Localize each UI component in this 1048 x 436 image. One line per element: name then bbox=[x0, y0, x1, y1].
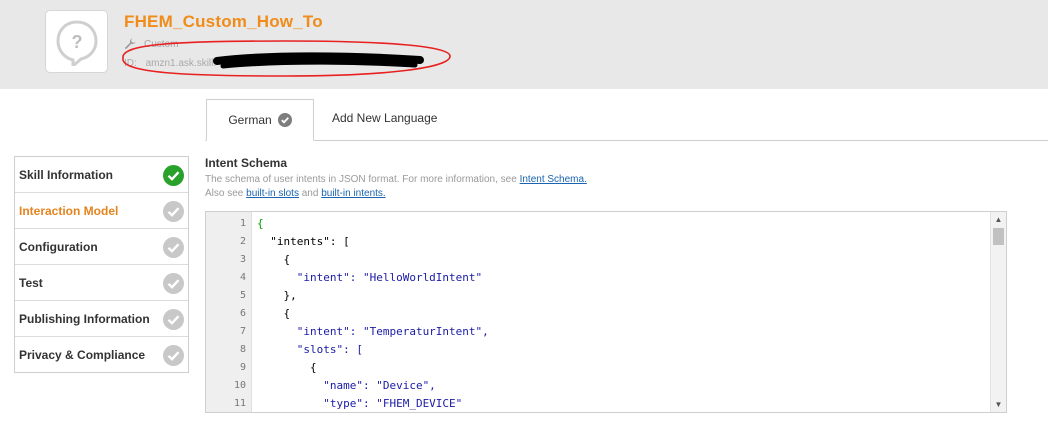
line-number: 8 bbox=[239, 344, 246, 355]
code-line: { bbox=[257, 361, 317, 374]
sidebar-item-configuration[interactable]: Configuration bbox=[15, 229, 188, 265]
sidebar-item-label: Test bbox=[19, 276, 43, 290]
sidebar-item-interaction-model[interactable]: Interaction Model bbox=[15, 193, 188, 229]
skill-id-label: ID: bbox=[124, 58, 137, 69]
sidebar-item-publishing-information[interactable]: Publishing Information bbox=[15, 301, 188, 337]
intent-schema-description: The schema of user intents in JSON forma… bbox=[205, 173, 587, 201]
sidebar-item-skill-information[interactable]: Skill Information bbox=[15, 157, 188, 193]
code-line: "type": "FHEM_DEVICE" bbox=[257, 397, 463, 410]
skill-id-value: amzn1.ask.skill. bbox=[145, 58, 217, 69]
line-number: 5 bbox=[239, 290, 246, 301]
line-number: 3 bbox=[239, 254, 246, 265]
line-number-gutter: 1 2 3 4 5 6 7 8 9 10 11 bbox=[206, 212, 252, 412]
skill-type: Custom bbox=[124, 37, 178, 51]
svg-text:?: ? bbox=[72, 32, 83, 52]
intent-schema-desc-text: and bbox=[298, 188, 322, 199]
code-line: "slots": [ bbox=[257, 343, 363, 356]
sidebar-item-label: Skill Information bbox=[19, 168, 114, 182]
code-line: "intent": "HelloWorldIntent" bbox=[257, 271, 483, 284]
sidebar-item-label: Interaction Model bbox=[19, 204, 119, 218]
line-number: 4 bbox=[239, 272, 246, 283]
intent-schema-desc-text: The schema of user intents in JSON forma… bbox=[205, 174, 520, 185]
tab-german[interactable]: German bbox=[206, 99, 314, 141]
tab-german-label: German bbox=[228, 113, 272, 127]
check-circle-gray-icon bbox=[163, 345, 184, 366]
developer-console-page: ? FHEM_Custom_How_To Custom ID: amzn1.as… bbox=[0, 0, 1048, 436]
code-line: "intent": "TemperaturIntent", bbox=[257, 325, 489, 338]
check-circle-gray-icon bbox=[163, 201, 184, 222]
skill-title: FHEM_Custom_How_To bbox=[124, 12, 323, 31]
code-line: { bbox=[257, 217, 264, 230]
check-circle-gray-icon bbox=[277, 113, 292, 127]
intent-schema-editor[interactable]: 1 2 3 4 5 6 7 8 9 10 11 { "intents": [ {… bbox=[205, 211, 1007, 413]
sidebar-item-privacy-compliance[interactable]: Privacy & Compliance bbox=[15, 337, 188, 373]
line-number: 10 bbox=[233, 380, 246, 391]
scroll-down-arrow-icon[interactable]: ▼ bbox=[991, 397, 1006, 412]
skill-header: ? FHEM_Custom_How_To Custom ID: amzn1.as… bbox=[0, 0, 1048, 89]
line-number: 1 bbox=[239, 218, 246, 229]
scrollbar-thumb[interactable] bbox=[993, 228, 1004, 245]
code-line: { bbox=[257, 253, 291, 266]
line-number: 6 bbox=[239, 308, 246, 319]
sidebar: Skill Information Interaction Model Conf… bbox=[14, 156, 189, 373]
line-number: 11 bbox=[233, 398, 246, 409]
code-line: "intents": [ bbox=[257, 235, 350, 248]
sidebar-item-label: Privacy & Compliance bbox=[19, 348, 146, 362]
intent-schema-link[interactable]: Intent Schema. bbox=[520, 174, 587, 185]
sidebar-item-label: Configuration bbox=[19, 240, 98, 254]
tab-add-new-language[interactable]: Add New Language bbox=[332, 111, 437, 125]
wrench-icon bbox=[124, 38, 136, 50]
skill-id: ID: amzn1.ask.skill. bbox=[124, 58, 216, 69]
code-line: }, bbox=[257, 289, 297, 302]
sidebar-item-label: Publishing Information bbox=[19, 312, 150, 326]
line-number: 9 bbox=[239, 362, 246, 373]
check-circle-gray-icon bbox=[163, 309, 184, 330]
check-circle-gray-icon bbox=[163, 273, 184, 294]
line-number: 2 bbox=[239, 236, 246, 247]
built-in-intents-link[interactable]: built-in intents. bbox=[321, 188, 385, 199]
tab-divider bbox=[205, 140, 1048, 141]
built-in-slots-link[interactable]: built-in slots bbox=[246, 188, 299, 199]
scroll-up-arrow-icon[interactable]: ▲ bbox=[991, 212, 1006, 227]
intent-schema-desc-text: Also see bbox=[205, 188, 247, 199]
sidebar-item-test[interactable]: Test bbox=[15, 265, 188, 301]
check-circle-icon bbox=[163, 165, 184, 186]
code-line: { bbox=[257, 307, 291, 320]
line-number: 7 bbox=[239, 326, 246, 337]
intent-schema-title: Intent Schema bbox=[205, 156, 288, 170]
check-circle-gray-icon bbox=[163, 237, 184, 258]
speech-bubble-question-icon: ? bbox=[45, 10, 108, 73]
code-line: "name": "Device", bbox=[257, 379, 436, 392]
editor-scrollbar[interactable]: ▲ ▼ bbox=[990, 212, 1006, 412]
skill-type-label: Custom bbox=[144, 38, 179, 50]
